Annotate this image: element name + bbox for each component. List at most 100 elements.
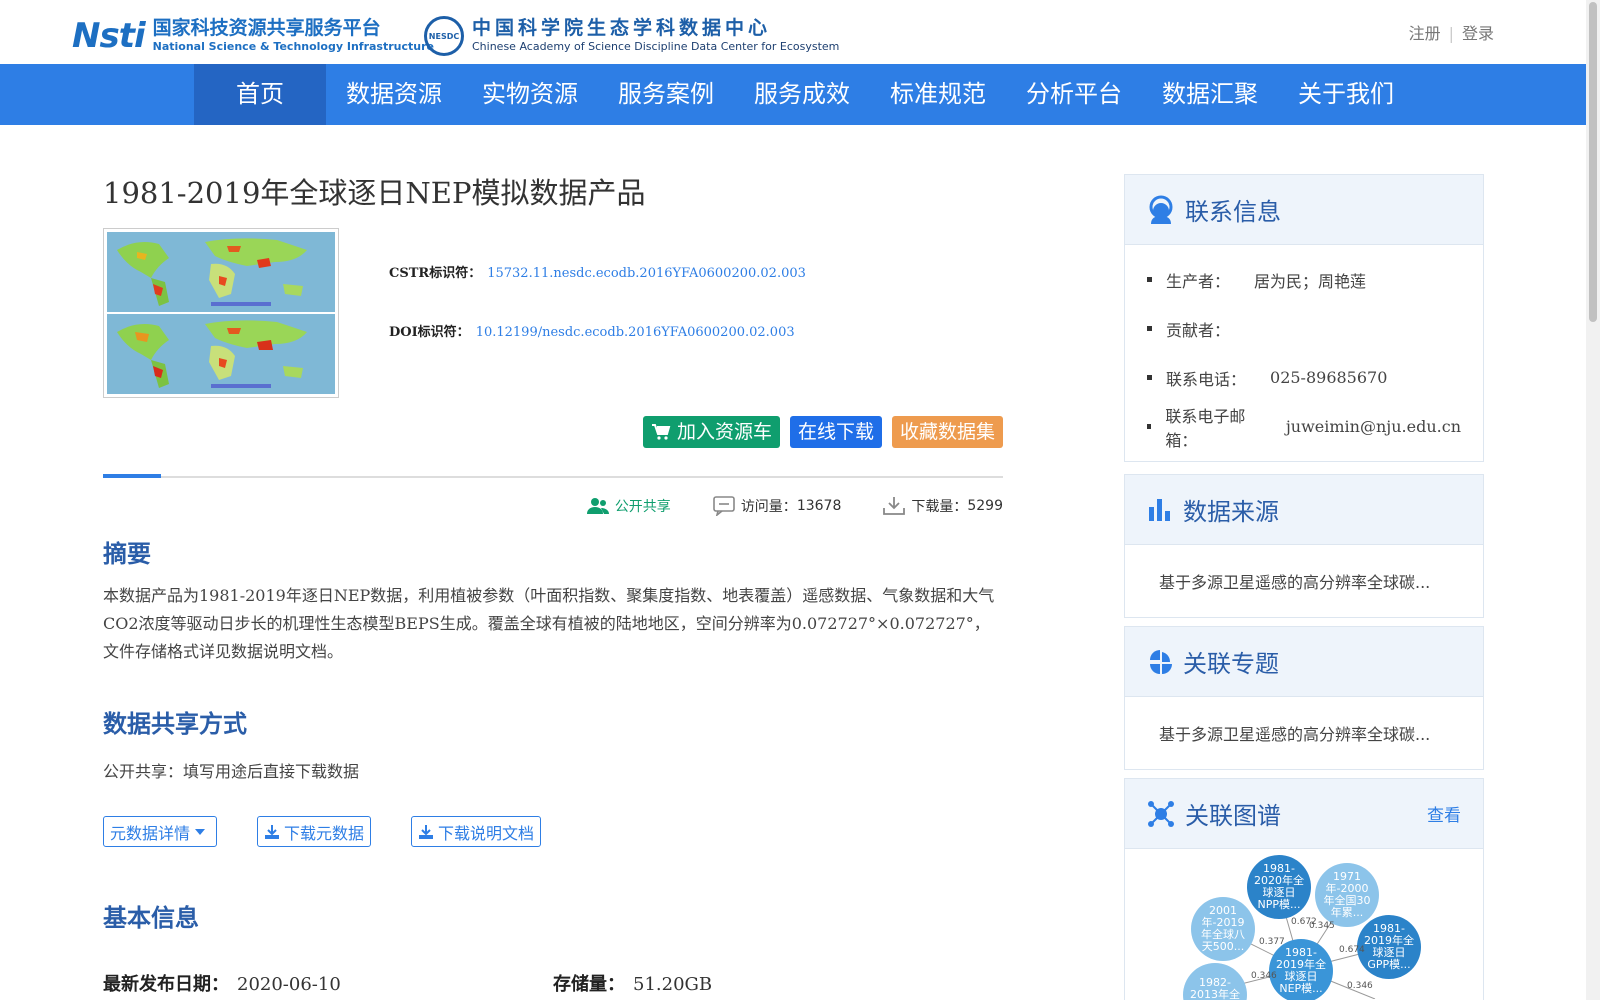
users-icon <box>586 498 609 514</box>
graph-network-icon <box>1148 800 1174 827</box>
nesdc-seal-icon: NESDC <box>424 16 464 56</box>
main-content: 1981-2019年全球逐日NEP模拟数据产品 CSTR标识符： 15732.1… <box>103 170 1003 995</box>
knowledge-graph-header: 关联图谱 查看 <box>1125 779 1483 849</box>
knowledge-graph[interactable]: 1981-2020年全球逐日NPP模... 1971年-2000年全国30年累.… <box>1125 849 1483 1000</box>
favorite-dataset-button[interactable]: 收藏数据集 <box>891 416 1003 448</box>
dataset-thumbnail[interactable] <box>103 228 339 398</box>
phone-label: 联系电话： <box>1166 369 1247 389</box>
contributor-row: 贡献者： <box>1147 304 1461 353</box>
nav-service-results[interactable]: 服务成效 <box>734 64 870 125</box>
graph-node[interactable]: 1981-2019年全球逐日NEP模... <box>1269 939 1333 1000</box>
nsti-logo-en: National Science & Technology Infrastruc… <box>152 40 434 53</box>
contact-heading: 联系信息 <box>1185 198 1281 226</box>
nsti-logo-mark: Nsti <box>72 16 146 56</box>
related-topic-link[interactable]: 基于多源卫星遥感的高分辨率全球碳... <box>1147 707 1461 759</box>
user-service-icon <box>1149 195 1173 224</box>
nav-data-aggregation[interactable]: 数据汇聚 <box>1142 64 1278 125</box>
graph-node[interactable]: 1981-2020年全球逐日NPP模... <box>1247 855 1311 919</box>
data-source-link[interactable]: 基于多源卫星遥感的高分辨率全球碳... <box>1147 555 1461 607</box>
graph-edge-label: 0.346 <box>1251 971 1277 981</box>
release-date-label: 最新发布日期： <box>103 974 229 995</box>
metadata-details-button[interactable]: 元数据详情 <box>103 816 218 847</box>
download-icon <box>883 497 906 515</box>
download-label: 下载量： <box>911 499 968 515</box>
view-graph-link[interactable]: 查看 <box>1427 801 1461 826</box>
phone-row: 联系电话： 025-89685670 <box>1147 353 1461 402</box>
nav-analysis-platform[interactable]: 分析平台 <box>1006 64 1142 125</box>
auth-links: 注册 | 登录 <box>1409 20 1494 44</box>
producer-value: 居为民；周艳莲 <box>1254 271 1367 291</box>
top-header: Nsti 国家科技资源共享服务平台 National Science & Tec… <box>0 0 1586 64</box>
download-doc-button[interactable]: 下载说明文档 <box>411 816 542 847</box>
abstract-heading: 摘要 <box>103 539 151 568</box>
knowledge-graph-panel: 关联图谱 查看 1981-2020年全球逐日NPP模... 1971年-2000… <box>1124 778 1484 1000</box>
contributor-label: 贡献者： <box>1166 320 1231 340</box>
main-nav: 首页 数据资源 实物资源 服务案例 服务成效 标准规范 分析平台 数据汇聚 关于… <box>0 64 1586 125</box>
graph-node[interactable]: 2001年-2019年全球八天500... <box>1191 897 1255 961</box>
bullet <box>1147 326 1152 331</box>
nsti-logo-cn: 国家科技资源共享服务平台 <box>152 17 381 39</box>
release-date: 最新发布日期： 2020-06-10 <box>103 970 553 996</box>
related-topic-heading: 关联专题 <box>1183 650 1279 678</box>
auth-separator: | <box>1448 24 1454 43</box>
download-tray-icon <box>265 824 280 839</box>
caret-down-icon <box>195 828 206 835</box>
visit-value: 13678 <box>796 498 842 514</box>
nsti-logo[interactable]: Nsti 国家科技资源共享服务平台 National Science & Tec… <box>72 16 434 56</box>
bullet <box>1147 424 1152 429</box>
nav-data-resources[interactable]: 数据资源 <box>326 64 462 125</box>
sharing-heading: 数据共享方式 <box>103 709 247 738</box>
producer-label: 生产者： <box>1166 271 1231 291</box>
release-date-value: 2020-06-10 <box>237 974 341 995</box>
download-metadata-button[interactable]: 下载元数据 <box>257 816 372 847</box>
add-to-cart-button[interactable]: 加入资源车 <box>642 416 780 448</box>
share-status: 公开共享 <box>586 496 671 516</box>
doi-label: DOI标识符： <box>389 325 470 340</box>
data-source-header: 数据来源 <box>1125 475 1483 545</box>
login-link[interactable]: 登录 <box>1462 24 1494 43</box>
cstr-label: CSTR标识符： <box>389 266 482 281</box>
basic-info: 最新发布日期： 2020-06-10 存储量： 51.20GB <box>103 970 1003 996</box>
sharing-text: 公开共享：填写用途后直接下载数据 <box>103 762 360 781</box>
abstract-text: 本数据产品为1981-2019年逐日NEP数据，利用植被参数（叶面积指数、聚集度… <box>103 586 995 661</box>
register-link[interactable]: 注册 <box>1409 24 1441 43</box>
bullet <box>1147 277 1152 282</box>
cstr-link[interactable]: 15732.11.nesdc.ecodb.2016YFA0600200.02.0… <box>487 266 806 281</box>
contact-header: 联系信息 <box>1125 175 1483 245</box>
graph-edge-label: 0.674 <box>1339 945 1365 955</box>
nesdc-logo-en: Chinese Academy of Science Discipline Da… <box>472 40 840 53</box>
world-map-image-bottom <box>107 314 335 394</box>
graph-node[interactable]: 1981-2019年全球逐日GPP模... <box>1357 915 1421 979</box>
data-source-panel: 数据来源 基于多源卫星遥感的高分辨率全球碳... <box>1124 474 1484 618</box>
page-scrollbar[interactable] <box>1586 0 1600 1000</box>
storage-size-label: 存储量： <box>553 974 625 995</box>
nesdc-logo-cn: 中国科学院生态学科数据中心 <box>472 17 772 39</box>
nav-standards[interactable]: 标准规范 <box>870 64 1006 125</box>
nav-about-us[interactable]: 关于我们 <box>1278 64 1414 125</box>
nav-home[interactable]: 首页 <box>194 64 326 125</box>
related-topic-header: 关联专题 <box>1125 627 1483 697</box>
email-value[interactable]: juweimin@nju.edu.cn <box>1286 417 1461 436</box>
data-source-heading: 数据来源 <box>1183 498 1279 526</box>
download-count: 下载量： 5299 <box>883 496 1003 516</box>
doi-link[interactable]: 10.12199/nesdc.ecodb.2016YFA0600200.02.0… <box>476 325 795 340</box>
doi-row: DOI标识符： 10.12199/nesdc.ecodb.2016YFA06002… <box>389 321 806 340</box>
graph-edge-label: 0.346 <box>1347 981 1373 991</box>
online-download-button[interactable]: 在线下载 <box>789 416 882 448</box>
scrollbar-thumb[interactable] <box>1589 2 1597 322</box>
download-value: 5299 <box>967 498 1003 514</box>
email-row: 联系电子邮箱： juweimin@nju.edu.cn <box>1147 402 1461 451</box>
dataset-title: 1981-2019年全球逐日NEP模拟数据产品 <box>103 176 646 210</box>
nav-physical-resources[interactable]: 实物资源 <box>462 64 598 125</box>
identifiers: CSTR标识符： 15732.11.nesdc.ecodb.2016YFA0600… <box>389 262 806 380</box>
document-buttons: 元数据详情 下载元数据 下载说明文档 <box>103 816 581 847</box>
phone-value: 025-89685670 <box>1270 368 1388 387</box>
graph-node[interactable]: 1971年-2000年全国30年累... <box>1315 863 1379 927</box>
tab-active-indicator[interactable] <box>103 474 161 478</box>
nesdc-logo[interactable]: NESDC 中国科学院生态学科数据中心 Chinese Academy of S… <box>424 16 839 56</box>
cstr-row: CSTR标识符： 15732.11.nesdc.ecodb.2016YFA0600… <box>389 262 806 281</box>
storage-size-value: 51.20GB <box>633 974 713 995</box>
nav-service-cases[interactable]: 服务案例 <box>598 64 734 125</box>
download-doc-label: 下载说明文档 <box>438 823 535 843</box>
storage-size: 存储量： 51.20GB <box>553 970 1003 996</box>
